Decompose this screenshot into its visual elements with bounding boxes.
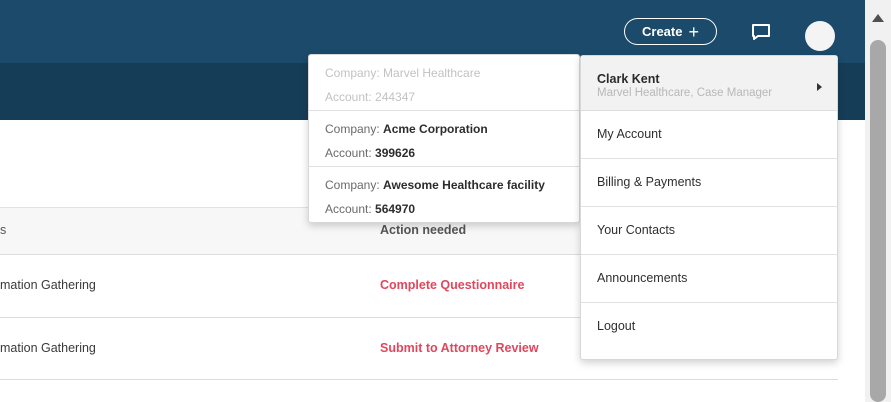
account-company-line: Company: Awesome Healthcare facility [325,178,545,192]
account-item-awesome-healthcare-facility[interactable]: Company: Awesome Healthcare facility Acc… [309,167,579,222]
user-avatar-icon[interactable] [805,21,835,51]
row-status: mation Gathering [0,341,96,355]
menu-item-your-contacts[interactable]: Your Contacts [581,207,837,255]
account-company-name: Awesome Healthcare facility [383,178,545,192]
action-link-complete-questionnaire[interactable]: Complete Questionnaire [380,278,524,292]
account-number: 399626 [375,146,416,160]
plus-icon: + [688,21,699,42]
chat-bubble-icon[interactable] [750,22,772,42]
user-menu-profile[interactable]: Clark Kent Marvel Healthcare, Case Manag… [581,56,837,111]
account-number-line: Account: 564970 [325,202,416,216]
account-company-line: Company: Acme Corporation [325,122,488,136]
column-header-status: s [0,223,7,237]
create-button[interactable]: Create + [624,18,717,45]
account-company-line: Company: Marvel Healthcare [325,66,481,80]
menu-item-announcements[interactable]: Announcements [581,255,837,303]
user-name: Clark Kent [597,72,660,86]
account-number: 244347 [375,90,416,104]
account-number: 564970 [375,202,416,216]
account-company-name: Acme Corporation [383,122,488,136]
menu-item-my-account[interactable]: My Account [581,111,837,159]
account-number-line: Account: 399626 [325,146,416,160]
menu-item-billing-payments[interactable]: Billing & Payments [581,159,837,207]
scrollbar-thumb[interactable] [870,40,886,402]
caret-right-icon [817,83,822,91]
account-switcher-menu: Company: Marvel Healthcare Account: 2443… [308,54,580,223]
account-item-acme-corporation[interactable]: Company: Acme Corporation Account: 39962… [309,111,579,167]
account-company-name: Marvel Healthcare [383,66,481,80]
account-item-marvel-healthcare[interactable]: Company: Marvel Healthcare Account: 2443… [309,55,579,111]
account-number-line: Account: 244347 [325,90,416,104]
column-header-action-needed: Action needed [380,223,467,237]
scroll-up-arrow-icon[interactable] [872,14,884,22]
action-link-submit-to-attorney-review[interactable]: Submit to Attorney Review [380,341,539,355]
user-role: Marvel Healthcare, Case Manager [597,87,773,99]
create-button-label: Create [642,24,683,39]
user-menu: Clark Kent Marvel Healthcare, Case Manag… [580,55,838,360]
row-status: mation Gathering [0,278,96,292]
menu-item-logout[interactable]: Logout [581,303,837,359]
